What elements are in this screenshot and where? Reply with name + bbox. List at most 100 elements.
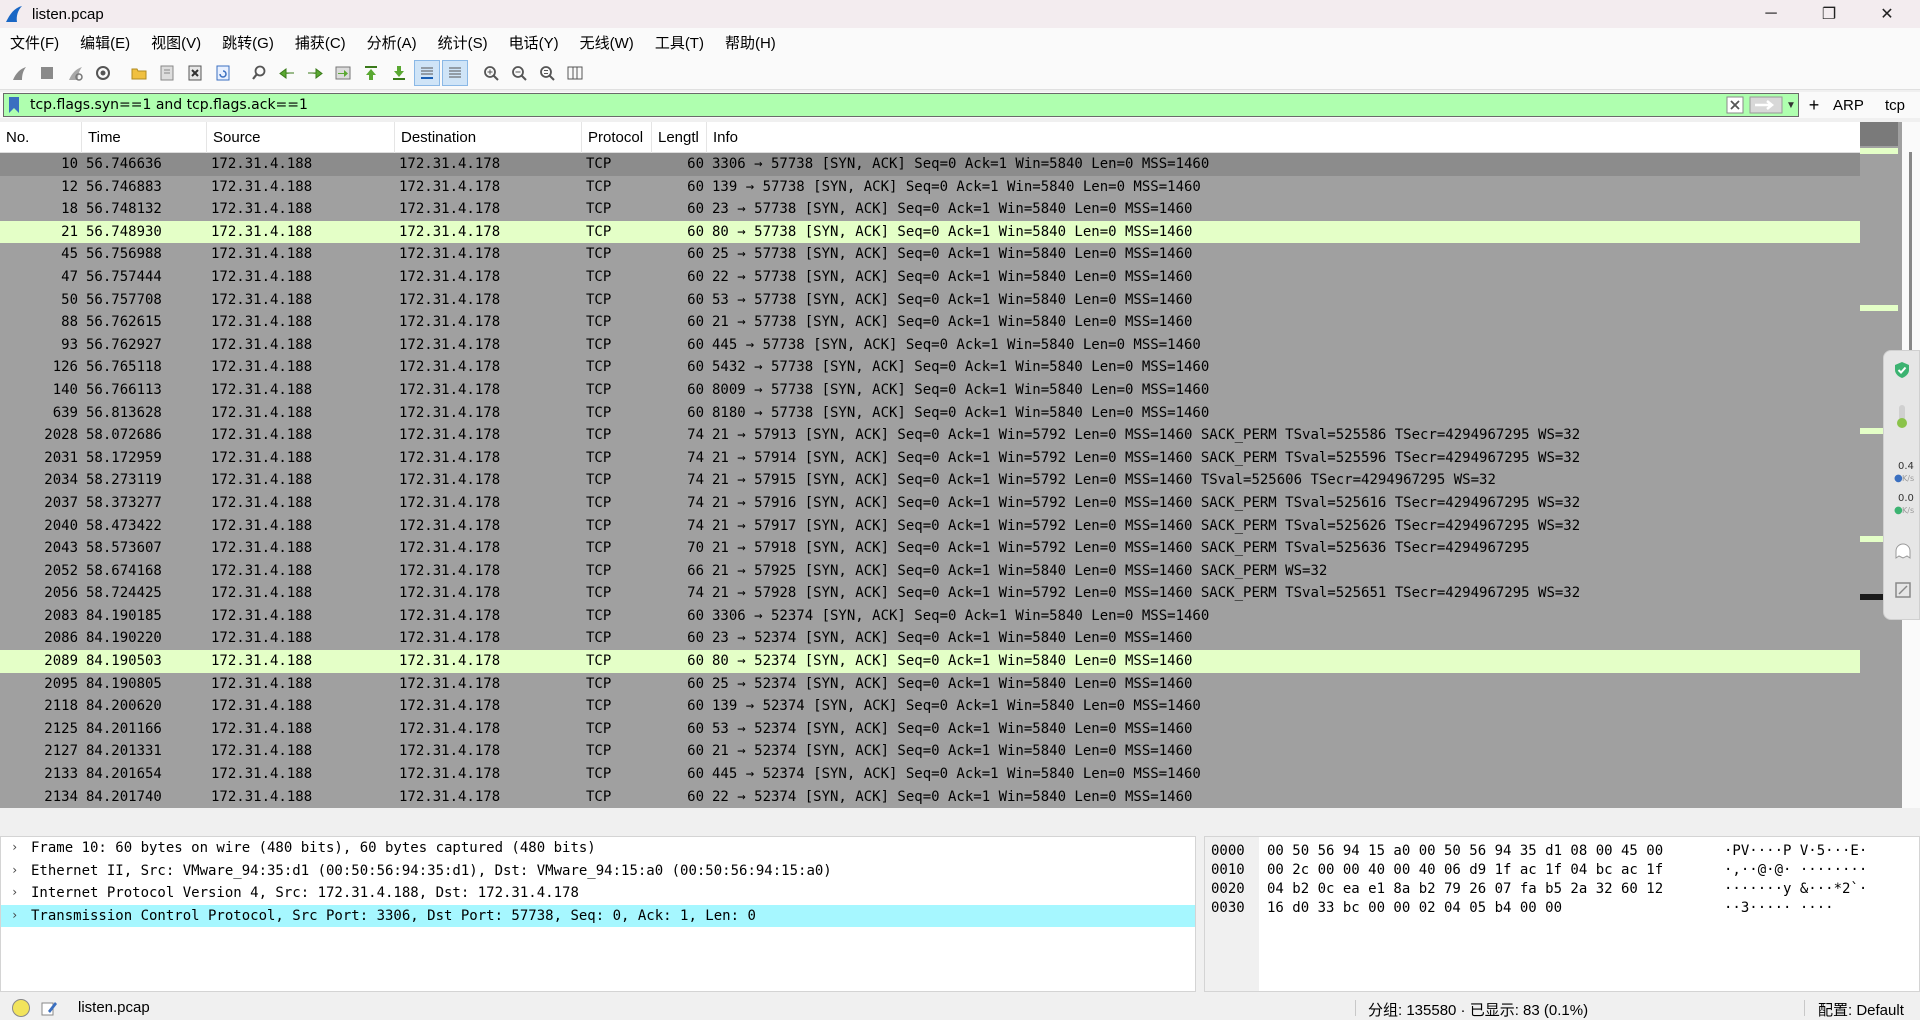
- bytes-offset[interactable]: 0020: [1211, 881, 1245, 897]
- menu-tools[interactable]: 工具(T): [655, 32, 704, 53]
- go-to-packet-icon[interactable]: [330, 60, 356, 86]
- packet-row[interactable]: 2095 84.190805 172.31.4.188 172.31.4.178 TCP…: [0, 673, 1860, 696]
- restart-capture-icon[interactable]: [62, 60, 88, 86]
- packet-row[interactable]: 50 56.757708 172.31.4.188 172.31.4.178 TCP 60…: [0, 289, 1860, 312]
- packet-row[interactable]: 2086 84.190220 172.31.4.188 172.31.4.178 TCP…: [0, 627, 1860, 650]
- status-profile[interactable]: 配置: Default: [1818, 999, 1904, 1020]
- packet-row[interactable]: 18 56.748132 172.31.4.188 172.31.4.178 TCP 60…: [0, 198, 1860, 221]
- network-speed-widget[interactable]: 0.4 ● K/s 0.0 ● K/s: [1883, 350, 1920, 620]
- first-packet-icon[interactable]: [358, 60, 384, 86]
- zoom-in-icon[interactable]: [478, 60, 504, 86]
- edit-comment-icon[interactable]: [40, 999, 58, 1017]
- packet-row[interactable]: 140 56.766113 172.31.4.188 172.31.4.178 TCP 6…: [0, 379, 1860, 402]
- bytes-offset[interactable]: 0030: [1211, 900, 1245, 916]
- detail-tree-item[interactable]: › Frame 10: 60 bytes on wire (480 bits), …: [1, 837, 1195, 860]
- packet-row[interactable]: 93 56.762927 172.31.4.188 172.31.4.178 TCP 60…: [0, 334, 1860, 357]
- zoom-out-icon[interactable]: [506, 60, 532, 86]
- bytes-hex[interactable]: 00 50 56 94 15 a0 00 50 56 94 35 d1 08 0…: [1267, 843, 1663, 859]
- bytes-ascii[interactable]: ·PV····P V·5···E·: [1724, 843, 1867, 859]
- bytes-hex[interactable]: 00 2c 00 00 40 00 40 06 d9 1f ac 1f 04 b…: [1267, 862, 1663, 878]
- colorize-icon[interactable]: [442, 59, 468, 86]
- bytes-offset[interactable]: 0010: [1211, 862, 1245, 878]
- add-filter-button[interactable]: +: [1803, 92, 1825, 118]
- packet-row[interactable]: 88 56.762615 172.31.4.188 172.31.4.178 TCP 60…: [0, 311, 1860, 334]
- detail-tree-item[interactable]: › Internet Protocol Version 4, Src: 172.3…: [1, 882, 1195, 905]
- bytes-hex[interactable]: 04 b2 0c ea e1 8a b2 79 26 07 fa b5 2a 3…: [1267, 881, 1663, 897]
- reload-file-icon[interactable]: [210, 60, 236, 86]
- close-file-icon[interactable]: [182, 60, 208, 86]
- packet-row[interactable]: 2118 84.200620 172.31.4.188 172.31.4.178 TCP…: [0, 695, 1860, 718]
- menu-telephony[interactable]: 电话(Y): [509, 32, 559, 53]
- col-header-protocol[interactable]: Protocol: [582, 122, 652, 153]
- filter-button-tcp[interactable]: tcp: [1885, 92, 1905, 118]
- clear-filter-icon[interactable]: [1726, 96, 1744, 114]
- col-header-source[interactable]: Source: [207, 122, 395, 153]
- bytes-ascii[interactable]: ·,··@·@· ········: [1724, 862, 1867, 878]
- packet-row[interactable]: 10 56.746636 172.31.4.188 172.31.4.178 TCP 60…: [0, 153, 1860, 176]
- packet-row[interactable]: 126 56.765118 172.31.4.188 172.31.4.178 TCP 6…: [0, 356, 1860, 379]
- go-forward-icon[interactable]: [302, 60, 328, 86]
- menu-analyze[interactable]: 分析(A): [367, 32, 417, 53]
- bytes-hex[interactable]: 16 d0 33 bc 00 00 02 04 05 b4 00 00: [1267, 900, 1562, 916]
- detail-tree-item[interactable]: › Ethernet II, Src: VMware_94:35:d1 (00:5…: [1, 860, 1195, 883]
- packet-row[interactable]: 2037 58.373277 172.31.4.188 172.31.4.178 TCP…: [0, 492, 1860, 515]
- autoscroll-icon[interactable]: [414, 59, 440, 86]
- packet-row[interactable]: 2134 84.201740 172.31.4.188 172.31.4.178 TCP…: [0, 786, 1860, 808]
- maximize-button[interactable]: ❐: [1800, 0, 1858, 28]
- col-header-length[interactable]: Lengtl: [652, 122, 707, 153]
- packet-row[interactable]: 2043 58.573607 172.31.4.188 172.31.4.178 TCP…: [0, 537, 1860, 560]
- menu-file[interactable]: 文件(F): [10, 32, 59, 53]
- col-header-info[interactable]: Info: [707, 122, 1860, 153]
- expert-info-icon[interactable]: [12, 999, 30, 1017]
- scrollbar-thumb[interactable]: [1909, 152, 1912, 364]
- expand-chevron-icon[interactable]: ›: [11, 863, 18, 877]
- resize-columns-icon[interactable]: [562, 60, 588, 86]
- close-button[interactable]: ✕: [1858, 0, 1916, 28]
- detail-tree-item[interactable]: › Transmission Control Protocol, Src Port…: [1, 904, 1195, 928]
- menu-help[interactable]: 帮助(H): [725, 32, 776, 53]
- col-header-time[interactable]: Time: [82, 122, 207, 153]
- apply-filter-icon[interactable]: [1749, 96, 1783, 114]
- expand-chevron-icon[interactable]: ›: [11, 840, 18, 854]
- packet-row[interactable]: 2040 58.473422 172.31.4.188 172.31.4.178 TCP…: [0, 515, 1860, 538]
- bytes-ascii[interactable]: ··3····· ····: [1724, 900, 1834, 916]
- packet-row[interactable]: 2031 58.172959 172.31.4.188 172.31.4.178 TCP…: [0, 447, 1860, 470]
- open-file-icon[interactable]: [126, 60, 152, 86]
- packet-row[interactable]: 2056 58.724425 172.31.4.188 172.31.4.178 TCP…: [0, 582, 1860, 605]
- capture-options-icon[interactable]: [90, 60, 116, 86]
- find-packet-icon[interactable]: [246, 60, 272, 86]
- packet-row[interactable]: 2127 84.201331 172.31.4.188 172.31.4.178 TCP…: [0, 740, 1860, 763]
- expand-chevron-icon[interactable]: ›: [11, 885, 18, 899]
- packet-row[interactable]: 2034 58.273119 172.31.4.188 172.31.4.178 TCP…: [0, 469, 1860, 492]
- expand-chevron-icon[interactable]: ›: [11, 908, 18, 922]
- start-capture-icon[interactable]: [6, 60, 32, 86]
- normal-size-icon[interactable]: [534, 60, 560, 86]
- packet-row[interactable]: 12 56.746883 172.31.4.188 172.31.4.178 TCP 60…: [0, 176, 1860, 199]
- packet-row[interactable]: 2083 84.190185 172.31.4.188 172.31.4.178 TCP…: [0, 605, 1860, 628]
- menu-wireless[interactable]: 无线(W): [580, 32, 634, 53]
- bytes-ascii[interactable]: ·······y &···*2`·: [1724, 881, 1867, 897]
- packet-row[interactable]: 2125 84.201166 172.31.4.188 172.31.4.178 TCP…: [0, 718, 1860, 741]
- menu-view[interactable]: 视图(V): [151, 32, 201, 53]
- last-packet-icon[interactable]: [386, 60, 412, 86]
- packet-row[interactable]: 21 56.748930 172.31.4.188 172.31.4.178 TCP 60…: [0, 220, 1860, 244]
- save-file-icon[interactable]: [154, 60, 180, 86]
- minimize-button[interactable]: ─: [1742, 0, 1800, 28]
- col-header-destination[interactable]: Destination: [395, 122, 582, 153]
- packet-row[interactable]: 2133 84.201654 172.31.4.188 172.31.4.178 TCP…: [0, 763, 1860, 786]
- filter-button-arp[interactable]: ARP: [1833, 92, 1864, 118]
- pane-splitter[interactable]: [1196, 836, 1204, 992]
- col-header-no[interactable]: No.: [0, 122, 82, 153]
- packet-row[interactable]: 639 56.813628 172.31.4.188 172.31.4.178 TCP 6…: [0, 402, 1860, 425]
- menu-statistics[interactable]: 统计(S): [438, 32, 488, 53]
- stop-capture-icon[interactable]: [34, 60, 60, 86]
- packet-row[interactable]: 45 56.756988 172.31.4.188 172.31.4.178 TCP 60…: [0, 243, 1860, 266]
- packet-row[interactable]: 2089 84.190503 172.31.4.188 172.31.4.178 TCP…: [0, 650, 1860, 673]
- menu-edit[interactable]: 编辑(E): [80, 32, 130, 53]
- bytes-offset[interactable]: 0000: [1211, 843, 1245, 859]
- display-filter-input[interactable]: [30, 95, 1720, 115]
- menu-capture[interactable]: 捕获(C): [295, 32, 346, 53]
- go-back-icon[interactable]: [274, 60, 300, 86]
- packet-row[interactable]: 47 56.757444 172.31.4.188 172.31.4.178 TCP 60…: [0, 266, 1860, 289]
- menu-go[interactable]: 跳转(G): [222, 32, 274, 53]
